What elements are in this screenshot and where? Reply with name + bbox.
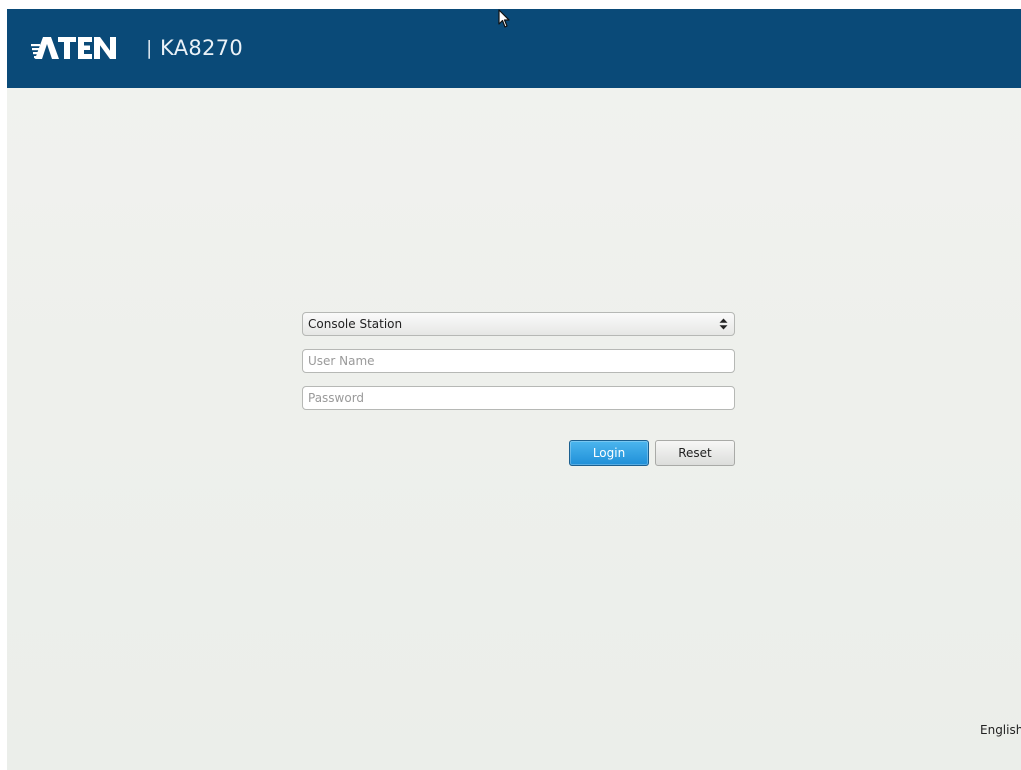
console-station-select[interactable]: Console Station (302, 312, 735, 336)
reset-button[interactable]: Reset (655, 440, 735, 466)
username-field[interactable] (302, 349, 735, 373)
header-separator: | (146, 37, 153, 59)
mouse-pointer-icon (498, 9, 510, 33)
login-screen: | KA8270 Console Station Login Reset Eng… (7, 9, 1021, 770)
aten-logo (31, 32, 119, 64)
login-button[interactable]: Login (569, 440, 649, 466)
device-model: KA8270 (160, 36, 244, 60)
top-banner: | KA8270 (7, 9, 1021, 88)
up-down-arrows-icon (717, 317, 730, 331)
language-selector[interactable]: English (980, 723, 1021, 737)
aten-logo-mark (31, 37, 116, 59)
select-value: Console Station (308, 317, 403, 331)
password-field[interactable] (302, 386, 735, 410)
